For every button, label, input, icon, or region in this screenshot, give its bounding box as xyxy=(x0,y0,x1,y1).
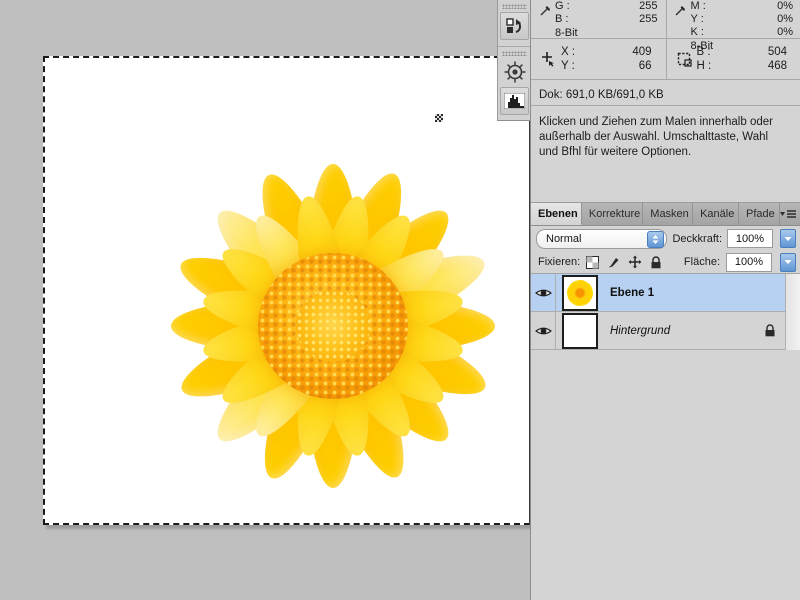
white-thumbnail xyxy=(562,312,598,349)
history-actions-icon[interactable] xyxy=(500,12,529,40)
opacity-value[interactable]: 100% xyxy=(727,229,773,248)
document-size-status: Dok: 691,0 KB/691,0 KB xyxy=(531,80,800,106)
info-row-label: G : xyxy=(555,0,570,12)
tab-masken[interactable]: Masken xyxy=(643,203,694,225)
info-row-value: 0% xyxy=(777,26,793,38)
opacity-label: Deckkraft: xyxy=(672,232,722,245)
navigator-icon[interactable] xyxy=(501,59,528,85)
flower-disc-center xyxy=(296,290,370,362)
layer-thumbnail-cell[interactable] xyxy=(556,274,604,311)
fill-dropdown-icon[interactable] xyxy=(780,252,796,272)
tool-hint-text: Klicken und Ziehen zum Malen innerhalb o… xyxy=(539,116,773,158)
fill-value[interactable]: 100% xyxy=(726,252,772,272)
size-h-label: H : xyxy=(696,60,712,72)
layer-thumbnail-cell[interactable] xyxy=(556,312,604,349)
info-pointer-coords: X : 409 Y : 66 xyxy=(531,39,666,79)
info-readout-cmyk: M : 0% Y : 0% K : 0% 8-Bit xyxy=(665,0,800,52)
lock-label: Fixieren: xyxy=(538,256,581,268)
dock-grip-2[interactable] xyxy=(502,51,527,56)
lock-all-icon[interactable] xyxy=(650,255,662,269)
blend-mode-value: Normal xyxy=(546,232,582,245)
lock-position-icon[interactable] xyxy=(628,255,642,269)
info-row-label: K : xyxy=(690,26,704,38)
eyedropper-icon xyxy=(535,0,555,38)
coord-x-value: 409 xyxy=(632,46,652,58)
info-row: B : 255 xyxy=(555,13,658,26)
info-row-label: Y : xyxy=(690,13,704,25)
chevron-stepper-icon[interactable] xyxy=(647,230,665,248)
info-row-value: 0% xyxy=(777,13,793,25)
tab-kanaele[interactable]: Kanäle xyxy=(693,203,740,225)
photoshop-window: G : 255 B : 255 8-Bit M: 0% Y: 0% K: … xyxy=(0,0,800,600)
info-row-label: B : xyxy=(555,13,569,25)
tab-pfade[interactable]: Pfade xyxy=(739,203,780,225)
info-bit-depth: 8-Bit xyxy=(555,27,578,39)
panel-tab-bar: Ebenen Korrekture Masken Kanäle Pfade xyxy=(531,203,800,226)
dock-group-history xyxy=(498,0,531,47)
layer-name-label[interactable]: Hintergrund xyxy=(604,325,755,337)
info-row-label: M : xyxy=(690,0,706,12)
info-row-value: 255 xyxy=(639,13,658,25)
lock-icon-group xyxy=(586,255,662,269)
coord-y-label: Y : xyxy=(561,60,575,72)
flower-thumbnail xyxy=(562,274,598,311)
info-row: G : 255 xyxy=(555,0,658,13)
dock-group-navigator xyxy=(498,47,531,121)
table-row[interactable]: Hintergrund xyxy=(531,312,785,350)
info-panel: G : 255 B : 255 8-Bit M: 0% Y: 0% K: … xyxy=(531,0,800,203)
tab-ebenen[interactable]: Ebenen xyxy=(531,203,582,225)
marquee-size-icon xyxy=(673,52,697,67)
layer-visibility-toggle[interactable] xyxy=(531,274,556,311)
lock-transparency-icon[interactable] xyxy=(586,255,600,269)
info-row: H : 468 xyxy=(697,59,788,73)
eye-icon xyxy=(534,289,552,296)
eye-icon xyxy=(534,327,552,334)
layer-list-body: Ebene 1 Hintergrund xyxy=(531,274,800,350)
layer-list: Ebene 1 Hintergrund xyxy=(531,274,785,350)
tab-korrekturen[interactable]: Korrekture xyxy=(581,203,644,225)
info-row-value: 0% xyxy=(777,0,793,12)
image-canvas[interactable] xyxy=(43,56,530,525)
info-bit-depth: 8-Bit xyxy=(690,40,714,52)
coord-y-value: 66 xyxy=(638,60,652,72)
info-color-readouts: G : 255 B : 255 8-Bit M: 0% Y: 0% K: … xyxy=(531,0,800,52)
brush-cursor-mark xyxy=(435,114,443,122)
layers-scrollbar[interactable] xyxy=(785,274,800,350)
lock-image-pixels-icon[interactable] xyxy=(607,256,620,269)
fill-label: Fläche: xyxy=(683,256,720,268)
right-panel-column: G : 255 B : 255 8-Bit M: 0% Y: 0% K: … xyxy=(530,0,800,600)
lock-options-row: Fixieren: Fläche: 100% xyxy=(531,251,800,274)
info-row-value: 255 xyxy=(639,0,658,12)
panel-menu-icon[interactable] xyxy=(780,209,796,220)
info-row: Y : 0% xyxy=(691,13,794,26)
table-row[interactable]: Ebene 1 xyxy=(531,274,785,312)
layer-visibility-toggle[interactable] xyxy=(531,312,556,349)
info-row: K : 0% xyxy=(691,26,794,39)
blend-mode-select[interactable]: Normal xyxy=(536,228,668,249)
collapsed-panel-dock xyxy=(497,0,532,121)
layer-lock-indicator xyxy=(755,324,785,337)
info-row: Y : 66 xyxy=(561,59,652,73)
info-readout-rgb: G : 255 B : 255 8-Bit xyxy=(531,0,666,39)
flower-artwork xyxy=(118,116,530,525)
crosshair-pointer-icon xyxy=(537,51,561,67)
histogram-icon[interactable] xyxy=(500,87,529,115)
info-row: X : 409 xyxy=(561,45,652,59)
size-h-value: 468 xyxy=(767,60,787,72)
lock-all-icon xyxy=(765,324,775,337)
dock-grip[interactable] xyxy=(502,4,527,9)
eyedropper-cmyk-icon xyxy=(671,0,691,38)
layer-name-label[interactable]: Ebene 1 xyxy=(604,287,755,299)
layers-panel: Ebenen Korrekture Masken Kanäle Pfade No… xyxy=(531,203,800,600)
document-workspace xyxy=(0,0,530,600)
info-row: M : 0% xyxy=(691,0,794,13)
coord-x-label: X : xyxy=(561,46,576,58)
opacity-dropdown-icon[interactable] xyxy=(780,229,796,248)
tab-filler xyxy=(780,203,800,225)
blend-mode-row: Normal Deckkraft: 100% xyxy=(531,226,800,251)
